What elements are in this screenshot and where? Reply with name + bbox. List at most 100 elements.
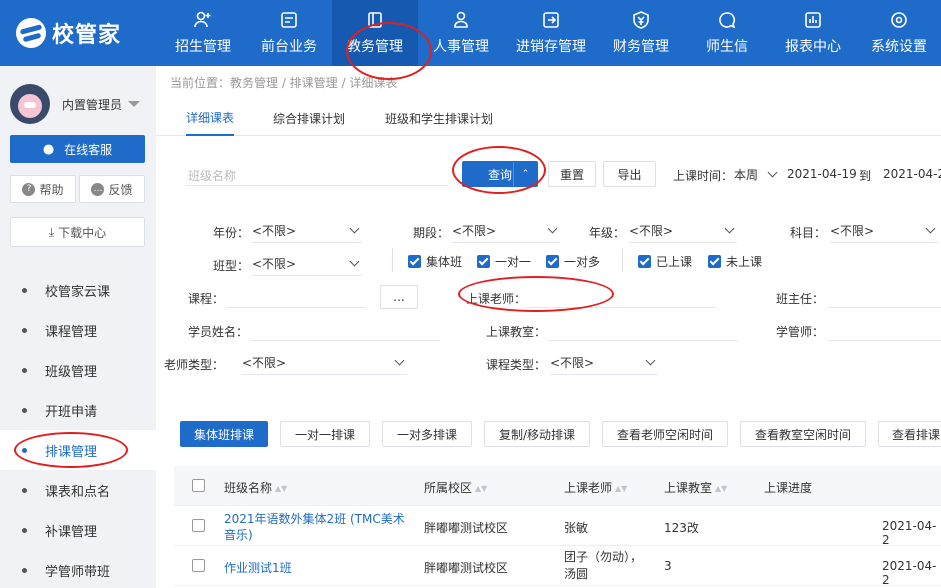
- download-center-button[interactable]: ⤓ 下载中心: [10, 217, 145, 247]
- class-name-link[interactable]: 2021年语数外集体2班 (TMC美术 音乐): [224, 511, 405, 543]
- header-classroom[interactable]: 上课教室 ▲▼: [664, 479, 727, 496]
- course-picker-button[interactable]: ...: [380, 285, 418, 309]
- checkbox-not-attended[interactable]: 未上课: [708, 253, 762, 270]
- student-name-input[interactable]: [250, 317, 440, 341]
- date-from[interactable]: 2021-04-19: [787, 167, 857, 181]
- online-service-button[interactable]: ● 在线客服: [10, 135, 145, 163]
- sidebar-item-class[interactable]: 班级管理: [0, 350, 156, 390]
- class-name-link[interactable]: 作业测试1班: [224, 559, 292, 576]
- sort-icon: ▲▼: [615, 484, 628, 493]
- chevron-up-icon[interactable]: ⌃: [513, 162, 537, 186]
- sidebar-item-manager-class[interactable]: 学管师带班: [0, 550, 156, 588]
- nav-item-inventory[interactable]: 进销存管理: [504, 0, 598, 66]
- nav-item-finance[interactable]: 财务管理: [598, 0, 684, 66]
- logo[interactable]: 校管家: [16, 16, 121, 50]
- classroom-cell: 123改: [664, 521, 699, 535]
- bullet-icon: [22, 567, 27, 573]
- tab-overall-plan[interactable]: 综合排课计划: [273, 100, 345, 136]
- nav-item-settings[interactable]: 系统设置: [856, 0, 941, 66]
- tab-class-student-plan[interactable]: 班级和学生排课计划: [385, 100, 493, 136]
- course-type-select[interactable]: <不限>: [550, 351, 658, 375]
- teacher-input[interactable]: [526, 284, 716, 308]
- select-all-checkbox[interactable]: [192, 479, 205, 492]
- teacher-cell: 张敏: [564, 521, 589, 535]
- nav-item-messages[interactable]: 师生信: [684, 0, 770, 66]
- course-input[interactable]: [226, 284, 366, 308]
- tab-detail-schedule[interactable]: 详细课表: [186, 100, 235, 136]
- table-row[interactable]: 2021年语数外集体2班 (TMC美术 音乐) 胖嘟嘟测试校区 张敏 123改 2…: [174, 506, 941, 547]
- one-to-many-schedule-button[interactable]: 一对多排课: [382, 421, 472, 447]
- chat-icon: [717, 10, 737, 30]
- checkbox-one-on-one[interactable]: 一对一: [477, 253, 531, 270]
- teacher-free-time-button[interactable]: 查看老师空闲时间: [602, 421, 728, 447]
- time-range-select[interactable]: 本周: [734, 162, 780, 186]
- sidebar-item-timetable[interactable]: 课表和点名: [0, 470, 156, 510]
- table-row[interactable]: 作业测试1班 胖嘟嘟测试校区 团子（勿动）， 汤圆 3 2021-04-2: [174, 546, 941, 587]
- nav-item-hr[interactable]: 人事管理: [418, 0, 504, 66]
- main-content: 当前位置：教务管理 / 排课管理 / 详细课表 详细课表 综合排课计划 班级和学…: [156, 66, 941, 588]
- group-class-schedule-button[interactable]: 集体班排课: [180, 421, 268, 447]
- row-checkbox[interactable]: [192, 519, 205, 532]
- class-name-input[interactable]: 班级名称: [186, 162, 448, 186]
- row-checkbox[interactable]: [192, 559, 205, 572]
- checkbox-checked-icon: [546, 255, 559, 268]
- sidebar-item-scheduling[interactable]: 排课管理: [0, 430, 156, 470]
- one-on-one-schedule-button[interactable]: 一对一排课: [280, 421, 370, 447]
- checkbox-checked-icon: [708, 255, 721, 268]
- nav-item-academic[interactable]: 教务管理: [332, 0, 418, 66]
- nav-item-reports[interactable]: 报表中心: [770, 0, 856, 66]
- user-menu[interactable]: 内置管理员: [10, 84, 141, 124]
- checkbox-one-to-many[interactable]: 一对多: [546, 253, 600, 270]
- sidebar-item-makeup[interactable]: 补课管理: [0, 510, 156, 550]
- classroom-input[interactable]: [548, 317, 738, 341]
- sidebar-item-course[interactable]: 课程管理: [0, 310, 156, 350]
- feedback-button[interactable]: … 反馈: [79, 175, 145, 203]
- chevron-down-icon: [349, 223, 360, 234]
- subject-select[interactable]: <不限>: [830, 219, 938, 243]
- chevron-down-icon: [645, 355, 656, 366]
- header-class-name[interactable]: 班级名称 ▲▼: [224, 479, 287, 496]
- nav-item-enrollment[interactable]: 招生管理: [160, 0, 246, 66]
- sidebar-item-cloud-class[interactable]: 校管家云课: [0, 270, 156, 310]
- help-button[interactable]: ? 帮助: [10, 175, 76, 203]
- query-button[interactable]: 查询 ⌃: [462, 161, 538, 187]
- sort-icon: ▲▼: [715, 484, 728, 493]
- sidebar-item-class-application[interactable]: 开班申请: [0, 390, 156, 430]
- download-icon: ⤓: [48, 224, 55, 239]
- header-teacher[interactable]: 上课老师 ▲▼: [564, 479, 627, 496]
- bullet-icon: [22, 527, 27, 533]
- sidebar: 内置管理员 ● 在线客服 ? 帮助 … 反馈 ⤓ 下载中心 校管家云课 课程管理…: [0, 66, 156, 588]
- top-bar: 校管家 招生管理 前台业务 教务管理 人事管理 进销存管理 财务管理 师生信 报…: [0, 0, 941, 66]
- year-select[interactable]: <不限>: [252, 219, 362, 243]
- grade-select[interactable]: <不限>: [629, 219, 737, 243]
- header-campus[interactable]: 所属校区 ▲▼: [424, 479, 487, 496]
- checkbox-attended[interactable]: 已上课: [638, 253, 692, 270]
- grade-label: 年级：: [589, 226, 626, 240]
- avatar: [10, 84, 50, 124]
- tab-bar: 详细课表 综合排课计划 班级和学生排课计划: [156, 100, 941, 136]
- breadcrumb: 当前位置：教务管理 / 排课管理 / 详细课表: [170, 76, 398, 90]
- teacher-type-select[interactable]: <不限>: [242, 351, 407, 375]
- checkbox-checked-icon: [477, 255, 490, 268]
- class-type-select[interactable]: <不限>: [252, 252, 362, 276]
- view-schedule-button[interactable]: 查看排课: [878, 421, 941, 447]
- schedule-table: 班级名称 ▲▼ 所属校区 ▲▼ 上课老师 ▲▼ 上课教室 ▲▼ 上课进度 2021年语数…: [174, 466, 941, 587]
- term-select[interactable]: <不限>: [452, 219, 560, 243]
- brand-name: 校管家: [52, 23, 122, 48]
- manager-input[interactable]: [828, 317, 941, 341]
- class-time-label: 上课时间：: [673, 169, 734, 183]
- table-header: 班级名称 ▲▼ 所属校区 ▲▼ 上课老师 ▲▼ 上课教室 ▲▼ 上课进度: [174, 466, 941, 506]
- chat-bubble-icon: ●: [42, 141, 55, 157]
- person-icon: [451, 10, 471, 30]
- date-to[interactable]: 2021-04-2: [883, 167, 941, 181]
- question-icon: ?: [22, 182, 36, 196]
- book-icon: [365, 10, 385, 30]
- reset-button[interactable]: 重置: [548, 161, 596, 187]
- copy-move-schedule-button[interactable]: 复制/移动排课: [484, 421, 590, 447]
- checkbox-group-class[interactable]: 集体班: [408, 253, 462, 270]
- head-teacher-input[interactable]: [828, 284, 941, 308]
- classroom-free-time-button[interactable]: 查看教室空闲时间: [740, 421, 866, 447]
- nav-item-front-desk[interactable]: 前台业务: [246, 0, 332, 66]
- bullet-icon: [22, 287, 27, 293]
- export-button[interactable]: 导出: [603, 161, 656, 187]
